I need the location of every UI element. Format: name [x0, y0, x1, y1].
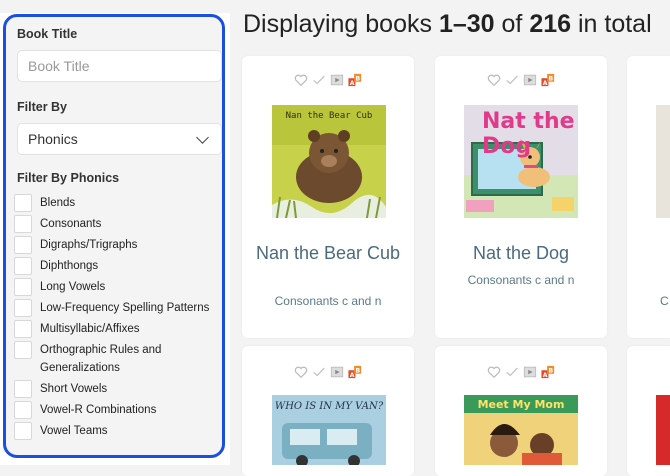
checkbox-label: Low-Frequency Spelling Patterns [40, 302, 210, 314]
phonics-option-digraphs[interactable]: Digraphs/Trigraphs [14, 236, 226, 254]
phonics-checkbox-list: Blends Consonants Digraphs/Trigraphs Dip… [14, 194, 226, 443]
svg-text:A: A [350, 372, 355, 379]
book-cover[interactable] [656, 395, 670, 465]
chevron-down-icon [196, 130, 209, 144]
svg-text:B: B [355, 367, 360, 374]
checkbox-label: Short Vowels [40, 383, 108, 395]
svg-text:B: B [548, 75, 553, 82]
language-ab-icon[interactable]: AB [541, 73, 555, 87]
checkbox[interactable] [14, 401, 32, 419]
checkbox[interactable] [14, 341, 32, 359]
book-cover[interactable] [656, 105, 670, 218]
checkbox[interactable] [14, 299, 32, 317]
card-actions: AB [487, 73, 555, 87]
book-card[interactable]: AB Nat the Dog Nat the Dog Consonants c … [435, 56, 607, 338]
book-card[interactable]: AB Nan the Bear Cub Nan the Bear Cub Con… [242, 56, 414, 338]
filter-by-select[interactable]: Phonics [17, 123, 222, 155]
results-total: 216 [529, 10, 572, 38]
language-ab-icon[interactable]: AB [541, 365, 555, 379]
book-cover[interactable]: Meet My Mom [464, 395, 578, 465]
checkbox[interactable] [14, 278, 32, 296]
book-card-partial[interactable]: C [627, 56, 670, 338]
video-icon[interactable] [523, 365, 537, 379]
phonics-option-long-vowels[interactable]: Long Vowels [14, 278, 226, 296]
book-card-partial[interactable] [627, 346, 670, 476]
phonics-option-low-frequency[interactable]: Low-Frequency Spelling Patterns [14, 299, 226, 317]
book-card[interactable]: AB Meet My Mom [435, 346, 607, 476]
checkbox[interactable] [14, 257, 32, 275]
book-title[interactable]: Nan the Bear Cub [242, 243, 414, 264]
phonics-option-multisyllabic[interactable]: Multisyllabic/Affixes [14, 320, 226, 338]
svg-text:B: B [355, 75, 360, 82]
results-range: 1–30 [438, 10, 495, 38]
checkbox-label: Orthographic Rules and Generalizations [40, 344, 162, 374]
book-cover[interactable]: Nan the Bear Cub [272, 105, 386, 218]
card-actions: AB [294, 365, 362, 379]
phonics-option-vowel-r[interactable]: Vowel-R Combinations [14, 401, 226, 419]
heart-icon[interactable] [487, 365, 501, 379]
checkbox-label: Blends [40, 197, 76, 209]
checkbox-label: Long Vowels [40, 281, 106, 293]
phonics-option-blends[interactable]: Blends [14, 194, 226, 212]
phonics-option-diphthongs[interactable]: Diphthongs [14, 257, 226, 275]
book-cover[interactable]: WHO IS IN MY VAN? [272, 395, 386, 465]
heading-prefix: Displaying books [243, 10, 439, 38]
filter-by-label: Filter By [17, 100, 68, 114]
video-icon[interactable] [330, 73, 344, 87]
book-title-input[interactable] [17, 50, 222, 82]
filter-by-phonics-label: Filter By Phonics [17, 171, 120, 185]
phonics-option-consonants[interactable]: Consonants [14, 215, 226, 233]
checkbox[interactable] [14, 215, 32, 233]
svg-text:A: A [543, 372, 548, 379]
heading-suffix: in total [571, 10, 652, 38]
svg-text:A: A [543, 80, 548, 87]
language-ab-icon[interactable]: AB [348, 365, 362, 379]
card-actions: AB [294, 73, 362, 87]
phonics-option-orthographic[interactable]: Orthographic Rules and Generalizations [14, 341, 226, 377]
heart-icon[interactable] [487, 73, 501, 87]
checkbox[interactable] [14, 422, 32, 440]
book-title[interactable]: Nat the Dog [435, 243, 607, 264]
checkbox[interactable] [14, 236, 32, 254]
book-subtitle: Consonants c and n [467, 273, 575, 287]
check-icon[interactable] [505, 365, 519, 379]
book-card[interactable]: AB WHO IS IN MY VAN? [242, 346, 414, 476]
checkbox-label: Vowel-R Combinations [40, 404, 157, 416]
book-title-label: Book Title [17, 27, 78, 41]
cover-title-text: Nan the Bear Cub [285, 111, 373, 121]
svg-text:B: B [548, 367, 553, 374]
svg-text:A: A [350, 80, 355, 87]
language-ab-icon[interactable]: AB [348, 73, 362, 87]
book-cover[interactable]: Nat the Dog [464, 105, 578, 218]
book-subtitle: C [660, 294, 669, 308]
check-icon[interactable] [312, 73, 326, 87]
phonics-option-short-vowels[interactable]: Short Vowels [14, 380, 226, 398]
cover-title-text: Nat the Dog [482, 109, 575, 159]
checkbox[interactable] [14, 320, 32, 338]
check-icon[interactable] [312, 365, 326, 379]
phonics-option-vowel-teams[interactable]: Vowel Teams [14, 422, 226, 440]
checkbox-label: Consonants [40, 218, 102, 230]
check-icon[interactable] [505, 73, 519, 87]
checkbox-label: Digraphs/Trigraphs [40, 239, 138, 251]
book-subtitle: Consonants c and n [274, 294, 382, 308]
heading-of: of [494, 10, 530, 38]
filter-by-value: Phonics [28, 131, 78, 147]
checkbox-label: Vowel Teams [40, 425, 108, 437]
video-icon[interactable] [330, 365, 344, 379]
heart-icon[interactable] [294, 365, 308, 379]
cover-title-text: WHO IS IN MY VAN? [274, 401, 384, 412]
checkbox[interactable] [14, 380, 32, 398]
video-icon[interactable] [523, 73, 537, 87]
filter-panel: Book Title Filter By Phonics Filter By P… [3, 14, 225, 458]
cover-title-text: Meet My Mom [477, 398, 565, 411]
heart-icon[interactable] [294, 73, 308, 87]
card-actions: AB [487, 365, 555, 379]
checkbox-label: Diphthongs [40, 260, 99, 272]
results-heading: Displaying books 1–30 of 216 in total [243, 10, 652, 39]
checkbox-label: Multisyllabic/Affixes [40, 323, 140, 335]
checkbox[interactable] [14, 194, 32, 212]
